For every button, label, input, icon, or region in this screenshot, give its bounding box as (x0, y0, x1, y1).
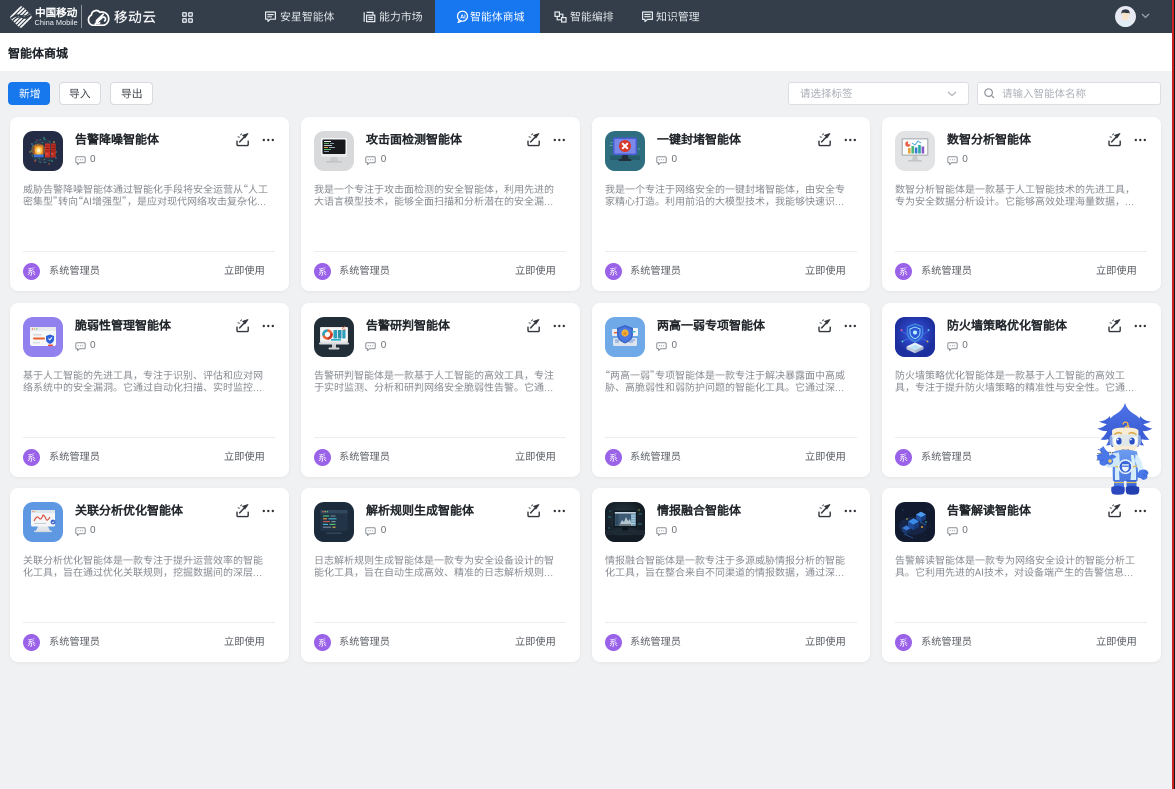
svg-text:AI: AI (460, 14, 466, 20)
